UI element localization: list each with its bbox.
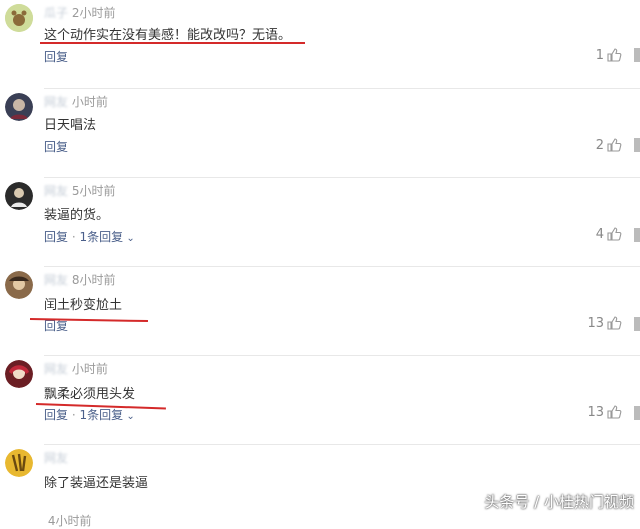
timestamp: 小时前 xyxy=(71,362,108,376)
thumbs-up-icon xyxy=(607,138,622,152)
like-count: 1 xyxy=(595,47,604,63)
timestamp: 8小时前 xyxy=(71,273,116,287)
like-count: 13 xyxy=(587,404,604,420)
separator-dot: · xyxy=(71,408,76,422)
like-count: 4 xyxy=(595,226,604,242)
reply-button[interactable]: 回复 xyxy=(44,319,68,333)
avatar[interactable] xyxy=(5,4,33,32)
thumbs-up-icon xyxy=(607,316,622,330)
username[interactable]: 网友 xyxy=(44,360,68,377)
username[interactable]: 网友 xyxy=(44,93,68,110)
like-count: 13 xyxy=(587,315,604,331)
like-button[interactable]: 2 xyxy=(596,137,622,153)
timestamp: 小时前 xyxy=(71,95,108,109)
scrollbar-edge xyxy=(634,48,640,62)
comment-text: 这个动作实在没有美感！能改改吗？无语。 xyxy=(44,28,292,43)
username[interactable]: 网友 xyxy=(44,182,68,199)
like-button[interactable]: 13 xyxy=(587,404,622,420)
avatar[interactable] xyxy=(5,93,33,121)
comment-text: 闰土秒变尬土 xyxy=(44,298,123,313)
comment-item: 网友 5小时前 装逼的货。 回复 · 1条回复 ⌄ 4 xyxy=(0,178,640,267)
avatar[interactable] xyxy=(5,271,33,299)
view-replies-button[interactable]: 1条回复 ⌄ xyxy=(80,230,135,244)
thumbs-up-icon xyxy=(607,227,622,241)
timestamp: 2小时前 xyxy=(71,6,116,20)
replies-label: 1条回复 xyxy=(79,230,124,244)
avatar[interactable] xyxy=(5,182,33,210)
comment-text: 除了装逼还是装逼 xyxy=(44,476,149,491)
view-replies-button[interactable]: 1条回复 ⌄ xyxy=(80,408,135,422)
reply-button[interactable]: 回复 xyxy=(44,408,68,422)
thumbs-up-icon xyxy=(607,48,622,62)
reply-button[interactable]: 回复 xyxy=(44,230,68,244)
scrollbar-edge xyxy=(634,138,640,152)
replies-label: 1条回复 xyxy=(79,408,124,422)
like-count: 2 xyxy=(595,137,604,153)
chevron-down-icon: ⌄ xyxy=(123,411,135,422)
username[interactable]: 网友 xyxy=(44,271,68,288)
watermark: 头条号 / 小桂热门视频 xyxy=(484,493,634,511)
like-button[interactable]: 13 xyxy=(587,315,622,331)
chevron-down-icon: ⌄ xyxy=(123,233,135,244)
scrollbar-edge xyxy=(634,317,640,331)
username[interactable]: 网友 xyxy=(44,449,68,466)
annotation-underline xyxy=(40,42,305,44)
like-button[interactable]: 4 xyxy=(596,226,622,242)
username[interactable]: 瓜子 xyxy=(44,4,68,21)
like-button[interactable]: 1 xyxy=(596,47,622,63)
scrollbar-edge xyxy=(634,406,640,420)
timestamp: 5小时前 xyxy=(71,184,116,198)
scrollbar-edge xyxy=(634,228,640,242)
timestamp: 4小时前 xyxy=(47,514,92,528)
comment-item: 瓜子 2小时前 这个动作实在没有美感！能改改吗？无语。 回复 1 xyxy=(0,0,640,89)
avatar[interactable] xyxy=(5,360,33,388)
reply-button[interactable]: 回复 xyxy=(44,140,68,154)
separator-dot: · xyxy=(71,230,76,244)
thumbs-up-icon xyxy=(607,405,622,419)
reply-button[interactable]: 回复 xyxy=(44,50,68,64)
comment-text: 装逼的货。 xyxy=(44,208,110,223)
comment-item: 网友 小时前 飘柔必须甩头发 回复 · 1条回复 ⌄ 13 xyxy=(0,356,640,445)
comment-item: 网友 小时前 日天唱法 回复 2 xyxy=(0,89,640,178)
comment-text: 日天唱法 xyxy=(44,118,97,133)
comment-text: 飘柔必须甩头发 xyxy=(44,387,136,402)
avatar[interactable] xyxy=(5,449,33,477)
comment-item: 网友 8小时前 闰土秒变尬土 回复 13 xyxy=(0,267,640,356)
